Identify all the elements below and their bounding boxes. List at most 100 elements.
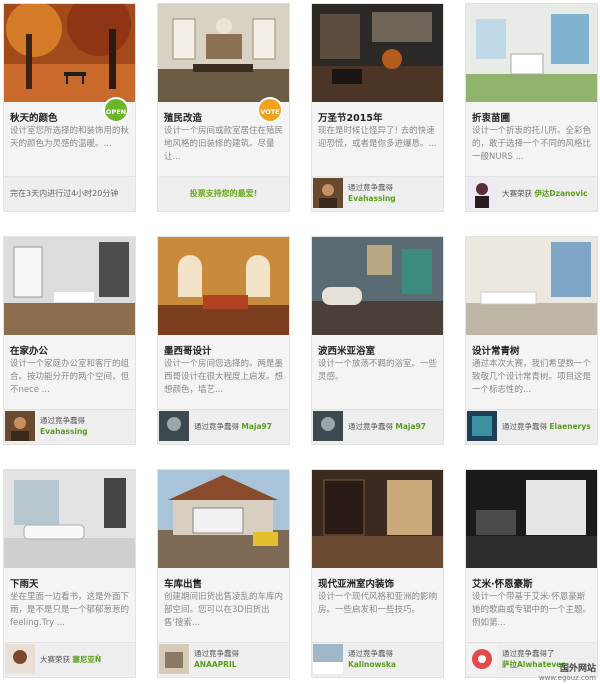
contest-thumbnail-colonial[interactable] — [158, 4, 289, 102]
contest-description: 设计一个现代风格和亚洲的影响房。一些启发和一些技巧。 — [318, 592, 438, 615]
winner-name[interactable]: Evahassing — [348, 194, 396, 203]
winner-info: 通过竟争蠢得 ANAAPRIL — [194, 648, 239, 670]
contest-description: 设计一个房间您选择的。两是墨西哥设计在很大程度上启发。想想颜色，墙艺... — [164, 359, 284, 395]
winner-info: 通过竟争蠢得 Elaenerys — [502, 421, 591, 432]
contest-description: 坐在里面一边看书，这是外面下雨，是不是只是一个郁郁葱葱的feeling.Try … — [10, 592, 130, 628]
contest-card[interactable]: 艾米·怀恩豪斯 设计一个带基于艾米·怀恩豪斯她的歌曲或专辑中的一个主题。例如第.… — [465, 469, 598, 678]
winner-name[interactable]: Kalinowska — [348, 660, 396, 669]
contest-thumbnail-halloween[interactable] — [312, 4, 443, 102]
winner-name[interactable]: 塞尼亚Ñ — [72, 655, 101, 664]
contest-title[interactable]: 车库出售 — [164, 576, 202, 590]
contest-thumbnail-rainy-day[interactable] — [4, 470, 135, 568]
contest-description: 创建期间旧货出售凌乱的车库内部空间。您可以在3D旧货出售'搜索... — [164, 592, 284, 628]
contest-thumbnail-evergreen[interactable] — [466, 237, 597, 335]
card-footer: 通过竟争蠢得 ANAAPRIL — [158, 642, 289, 677]
contest-description: 现在是时候让怪异了! 去的快速迎恐慌，或者是你多进爆恳。... — [318, 126, 437, 149]
card-footer: 大赛荣获 伊达Dzanovic — [466, 176, 597, 211]
winner-avatar[interactable] — [467, 644, 497, 674]
contest-card[interactable]: 墨西哥设计 设计一个房间您选择的。两是墨西哥设计在很大程度上启发。想想颜色，墙艺… — [157, 236, 290, 445]
winner-prefix: 通过竟争蠢得 — [40, 416, 85, 425]
contest-thumbnail-amy-winehouse[interactable] — [466, 470, 597, 568]
open-badge: OPEN — [103, 97, 129, 123]
contest-title[interactable]: 现代亚洲室内装饰 — [318, 576, 394, 590]
winner-prefix: 通过竟争蠢得了 — [502, 649, 555, 658]
card-footer: 投票支持您的最爱! — [158, 176, 289, 211]
card-footer: 通过竟争蠢得 Elaenerys — [466, 409, 597, 444]
contest-thumbnail-modern-asian[interactable] — [312, 470, 443, 568]
contest-card[interactable]: OPEN 秋天的颜色 设计室您所选择的和装饰用的秋天的颜色为灵感的温暖。... … — [3, 3, 136, 212]
contest-title[interactable]: 秋天的颜色 — [10, 110, 58, 124]
card-footer: 通过竟争蠢得 Kalinowska — [312, 642, 443, 677]
winner-avatar[interactable] — [467, 178, 497, 208]
winner-info: 大赛荣获 伊达Dzanovic — [502, 188, 587, 199]
winner-avatar[interactable] — [313, 178, 343, 208]
contest-card[interactable]: 现代亚洲室内装饰 设计一个现代风格和亚洲的影响房。一些启发和一些技巧。 通过竟争… — [311, 469, 444, 678]
card-footer: 通过竟争蠢得 Maja97 — [158, 409, 289, 444]
contest-title[interactable]: 设计常青树 — [472, 343, 520, 357]
card-footer: 大赛荣获 塞尼亚Ñ — [4, 642, 135, 677]
winner-name[interactable]: Maja97 — [395, 422, 426, 431]
winner-avatar[interactable] — [313, 411, 343, 441]
contest-thumbnail-autumn[interactable] — [4, 4, 135, 102]
contest-card[interactable]: 折衷苗圃 设计一个折衷的托儿所。全彩色的，敢于选择一个不同的风格比一般NURS … — [465, 3, 598, 212]
contest-title[interactable]: 下雨天 — [10, 576, 39, 590]
winner-name[interactable]: ANAAPRIL — [194, 660, 237, 669]
contest-description: 设计一个带基于艾米·怀恩豪斯她的歌曲或专辑中的一个主题。例如第... — [472, 592, 592, 628]
winner-prefix: 通过竟争蠢得 — [502, 422, 547, 431]
time-remaining-text: 完在3天内进行过4小时20分钟 — [10, 189, 119, 198]
winner-prefix: 通过竟争蠢得 — [348, 649, 393, 658]
contest-thumbnail-bohemian-bath[interactable] — [312, 237, 443, 335]
card-footer: 通过竟争蠢得 Evahassing — [312, 176, 443, 211]
contest-title[interactable]: 艾米·怀恩豪斯 — [472, 576, 533, 590]
contest-title[interactable]: 墨西哥设计 — [164, 343, 212, 357]
site-watermark: 国外网站 www.egouz.com — [539, 661, 596, 682]
winner-avatar[interactable] — [313, 644, 343, 674]
winner-prefix: 通过竟争蠢得 — [348, 183, 393, 192]
contest-description: 设计室您所选择的和装饰用的秋天的颜色为灵感的温暖。... — [10, 126, 130, 149]
winner-avatar[interactable] — [5, 644, 35, 674]
winner-prefix: 大赛荣获 — [40, 655, 70, 664]
contest-card[interactable]: 车库出售 创建期间旧货出售凌乱的车库内部空间。您可以在3D旧货出售'搜索... … — [157, 469, 290, 678]
contest-thumbnail-mexican[interactable] — [158, 237, 289, 335]
winner-info: 通过竟争蠢得 Evahassing — [348, 182, 396, 204]
winner-name[interactable]: Maja97 — [241, 422, 272, 431]
contest-title[interactable]: 波西米亚浴室 — [318, 343, 375, 357]
card-footer: 完在3天内进行过4小时20分钟 — [4, 176, 135, 211]
contest-description: 设计一个折衷的托儿所。全彩色的，敢于选择一个不同的风格比一般NURS ... — [472, 126, 592, 162]
winner-info: 通过竟争蠢得 Evahassing — [40, 415, 88, 437]
winner-prefix: 通过竟争蠢得 — [348, 422, 393, 431]
contest-description: 通过本次大赛，我们希望数一个致敬几个设计常青树。项目这是一个标志性的... — [472, 359, 592, 395]
winner-info: 大赛荣获 塞尼亚Ñ — [40, 654, 101, 665]
winner-prefix: 通过竟争蠢得 — [194, 422, 239, 431]
contest-thumbnail-garage-sale[interactable] — [158, 470, 289, 568]
card-footer: 通过竟争蠢得 Evahassing — [4, 409, 135, 444]
contest-card[interactable]: 下雨天 坐在里面一边看书，这是外面下雨，是不是只是一个郁郁葱葱的feeling.… — [3, 469, 136, 678]
contest-card[interactable]: 波西米亚浴室 设计一个放荡不羁的浴室。一些灵感。 通过竟争蠢得 Maja97 — [311, 236, 444, 445]
contest-card[interactable]: VOTE 殖民改造 设计一个房间或款室居住在殖民地风格的旧装修的建筑。尽量让..… — [157, 3, 290, 212]
winner-name[interactable]: 伊达Dzanovic — [534, 189, 587, 198]
winner-avatar[interactable] — [159, 644, 189, 674]
winner-name[interactable]: Elaenerys — [549, 422, 590, 431]
winner-avatar[interactable] — [159, 411, 189, 441]
winner-info: 通过竟争蠢得 Maja97 — [348, 421, 426, 432]
winner-name[interactable]: Evahassing — [40, 427, 88, 436]
winner-prefix: 通过竟争蠢得 — [194, 649, 239, 658]
contest-title[interactable]: 殖民改造 — [164, 110, 202, 124]
card-footer: 通过竟争蠢得 Maja97 — [312, 409, 443, 444]
contest-thumbnail-nursery[interactable] — [466, 4, 597, 102]
vote-badge: VOTE — [257, 97, 283, 123]
contest-thumbnail-home-office[interactable] — [4, 237, 135, 335]
contest-card[interactable]: 万圣节2015年 现在是时候让怪异了! 去的快速迎恐慌，或者是你多进爆恳。...… — [311, 3, 444, 212]
winner-avatar[interactable] — [467, 411, 497, 441]
watermark-url: www.egouz.com — [538, 674, 596, 682]
contest-title[interactable]: 万圣节2015年 — [318, 110, 382, 124]
contest-card[interactable]: 在家办公 设计一个家庭办公室和客厅的组合。按功能分开的两个空间，但不nece .… — [3, 236, 136, 445]
contest-title[interactable]: 在家办公 — [10, 343, 48, 357]
contest-description: 设计一个房间或款室居住在殖民地风格的旧装修的建筑。尽量让... — [164, 126, 284, 162]
contest-card[interactable]: 设计常青树 通过本次大赛，我们希望数一个致敬几个设计常青树。项目这是一个标志性的… — [465, 236, 598, 445]
watermark-title: 国外网站 — [559, 664, 596, 674]
contest-grid: OPEN 秋天的颜色 设计室您所选择的和装饰用的秋天的颜色为灵感的温暖。... … — [0, 0, 600, 684]
vote-link[interactable]: 投票支持您的最爱! — [158, 188, 289, 199]
winner-avatar[interactable] — [5, 411, 35, 441]
contest-title[interactable]: 折衷苗圃 — [472, 110, 510, 124]
